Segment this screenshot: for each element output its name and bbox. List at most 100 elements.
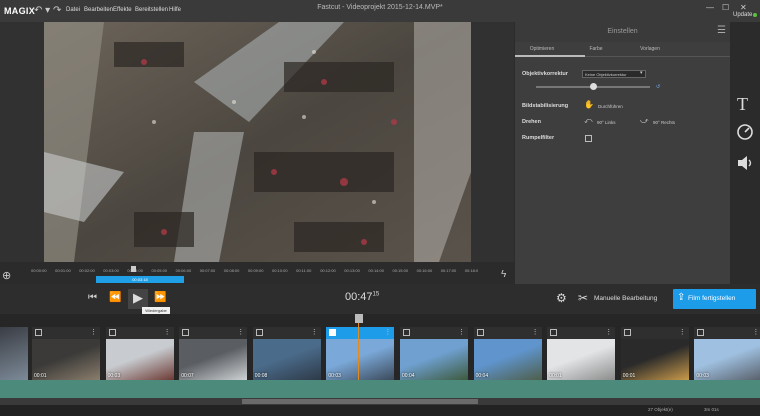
clip-checkbox[interactable] [623,329,631,336]
tab-optimieren[interactable]: Optimieren [512,46,572,52]
clip-checkbox[interactable] [476,329,484,336]
clip-thumbnail: 00:03 [326,339,395,380]
menu-bereitstellen[interactable]: Bereitstellen [135,7,168,13]
update-link[interactable]: Update [733,12,752,18]
objektiv-slider-handle[interactable] [589,83,597,90]
ruler-tick-label: 00:06:00 [175,268,192,273]
maximize-icon[interactable]: ☐ [722,3,729,12]
clip-checkbox[interactable] [697,329,705,336]
zoom-in-icon[interactable]: ⊕ [2,269,11,282]
tab-farbe[interactable]: Farbe [566,46,626,52]
close-icon[interactable]: ✕ [740,3,747,12]
timeline-clip[interactable]: ⋮ 00:03 [105,327,174,380]
clip-header: ⋮ [179,327,248,339]
settings-panel [515,22,730,284]
clip-menu-icon[interactable]: ⋮ [164,328,171,336]
ruler-tick-label: 00:03:00 [103,268,119,273]
clip-checkbox[interactable] [550,329,558,336]
menu-bearbeiten[interactable]: Bearbeiten [84,7,113,13]
hamburger-icon[interactable]: ☰ [717,25,726,36]
clip-thumbnail: 00:04 [473,339,542,380]
timeline-clip[interactable]: ⋮ 00:01 [547,327,616,380]
timeline-clip[interactable]: ⋮ 00:01 [32,327,100,380]
ruler-tick-label: 00:18:0 [464,268,479,273]
rotate-left-icon[interactable]: ⤺ [584,116,593,126]
reset-icon[interactable]: ↺ [656,84,660,90]
clip-header: ⋮ [620,327,689,339]
ruler-tick-label: 00:07:00 [199,268,216,273]
manual-edit-button[interactable]: Manuelle Bearbeitung [594,295,657,302]
finish-film-label: Film fertigstellen [688,295,736,302]
timeline-clip[interactable]: ⋮ 00:04 [473,327,542,380]
audio-track[interactable] [0,380,760,400]
timeline-clip[interactable]: ⋮ 00:03 [694,327,760,380]
clip-checkbox[interactable] [255,329,263,336]
speed-tool-icon[interactable] [736,123,754,146]
clip-checkbox[interactable] [108,329,116,336]
rotate-left-button[interactable]: 90° Links [597,120,616,125]
tools-icon[interactable]: ✂ [578,291,588,305]
lightning-icon[interactable]: ϟ [501,269,506,280]
ruler-playhead[interactable] [131,266,136,272]
video-preview[interactable] [44,22,471,262]
chevron-down-icon[interactable]: ▾ [640,70,643,76]
clip-checkbox[interactable] [403,329,410,336]
ruler-tick-label: 00:12:00 [320,268,336,273]
clip-menu-icon[interactable]: ⋮ [679,328,686,336]
menu-hilfe[interactable]: Hilfe [169,7,181,13]
ruler-tick-label: 00:14:00 [368,268,384,273]
timeline-clip[interactable]: ⋮ 00:04 [400,327,468,380]
clip-menu-icon[interactable]: ⋮ [237,328,244,336]
object-count: 27 Objekt(e) [648,407,673,412]
clip-duration: 00:03 [328,373,341,379]
menu-datei[interactable]: Datei [66,7,80,13]
timeline-playhead[interactable] [355,314,363,323]
rotate-right-button[interactable]: 90° Rechts [653,120,675,125]
tool-sidebar [731,22,760,284]
clip-thumbnail: 00:07 [179,339,248,380]
clip-menu-icon[interactable]: ⋮ [605,328,612,336]
minimize-icon[interactable]: — [706,3,714,12]
rotate-right-icon[interactable]: ⤻ [640,116,649,126]
clip-duration: 00:01 [549,373,562,379]
clip-menu-icon[interactable]: ⋮ [90,328,97,336]
clip-menu-icon[interactable]: ⋮ [752,328,759,336]
volume-icon[interactable] [736,155,754,176]
timeline-scroll-thumb[interactable] [242,399,478,404]
bildstabilisierung-label: Bildstabilisierung [522,103,569,109]
menu-effekte[interactable]: Effekte [113,7,132,13]
durchfuehren-button[interactable]: Durchführen [598,104,623,109]
clip-menu-icon[interactable]: ⋮ [458,328,465,336]
clip-header: ⋮ [105,327,174,339]
clip-checkbox[interactable] [329,329,337,336]
rewind-icon[interactable]: ⏪ [109,292,121,303]
rumpelfilter-checkbox[interactable] [585,135,592,142]
objektivkorrektur-label: Objektivkorrektur [522,71,568,77]
objektivkorrektur-select[interactable]: Keine Objektivkorrektur [582,70,646,78]
text-tool-icon[interactable]: T [737,94,748,115]
drehen-label: Drehen [522,119,541,125]
clip-thumbnail: 00:01 [32,339,100,380]
clip-checkbox[interactable] [182,329,190,336]
clip-menu-icon[interactable]: ⋮ [384,328,391,336]
clip-header: ⋮ [547,327,616,339]
clip-menu-icon[interactable]: ⋮ [311,328,318,336]
timeline-clip-partial[interactable] [0,327,28,380]
timeline-clip[interactable]: ⋮ 00:07 [179,327,248,380]
clip-menu-icon[interactable]: ⋮ [532,328,539,336]
timeline-clip[interactable]: ⋮ 00:03 [326,327,395,380]
clip-thumbnail: 00:03 [105,339,174,380]
tab-vorlagen[interactable]: Vorlagen [620,46,680,52]
undo-icon[interactable]: ↶ ▾ ↷ [34,5,61,16]
play-icon[interactable]: ▶ [133,290,143,306]
fast-forward-icon[interactable]: ⏩ [154,292,166,303]
hand-icon[interactable]: ✋ [584,100,594,109]
timeline-clip[interactable]: ⋮ 00:08 [252,327,321,380]
timeline-clip[interactable]: ⋮ 00:01 [620,327,689,380]
clip-checkbox[interactable] [35,329,42,336]
clip-header: ⋮ [400,327,468,339]
skip-back-icon[interactable]: ⏮ [88,292,97,303]
settings-grid-icon[interactable]: ⚙ [556,291,567,305]
clip-duration: 00:07 [181,373,194,379]
clip-header: ⋮ [252,327,321,339]
